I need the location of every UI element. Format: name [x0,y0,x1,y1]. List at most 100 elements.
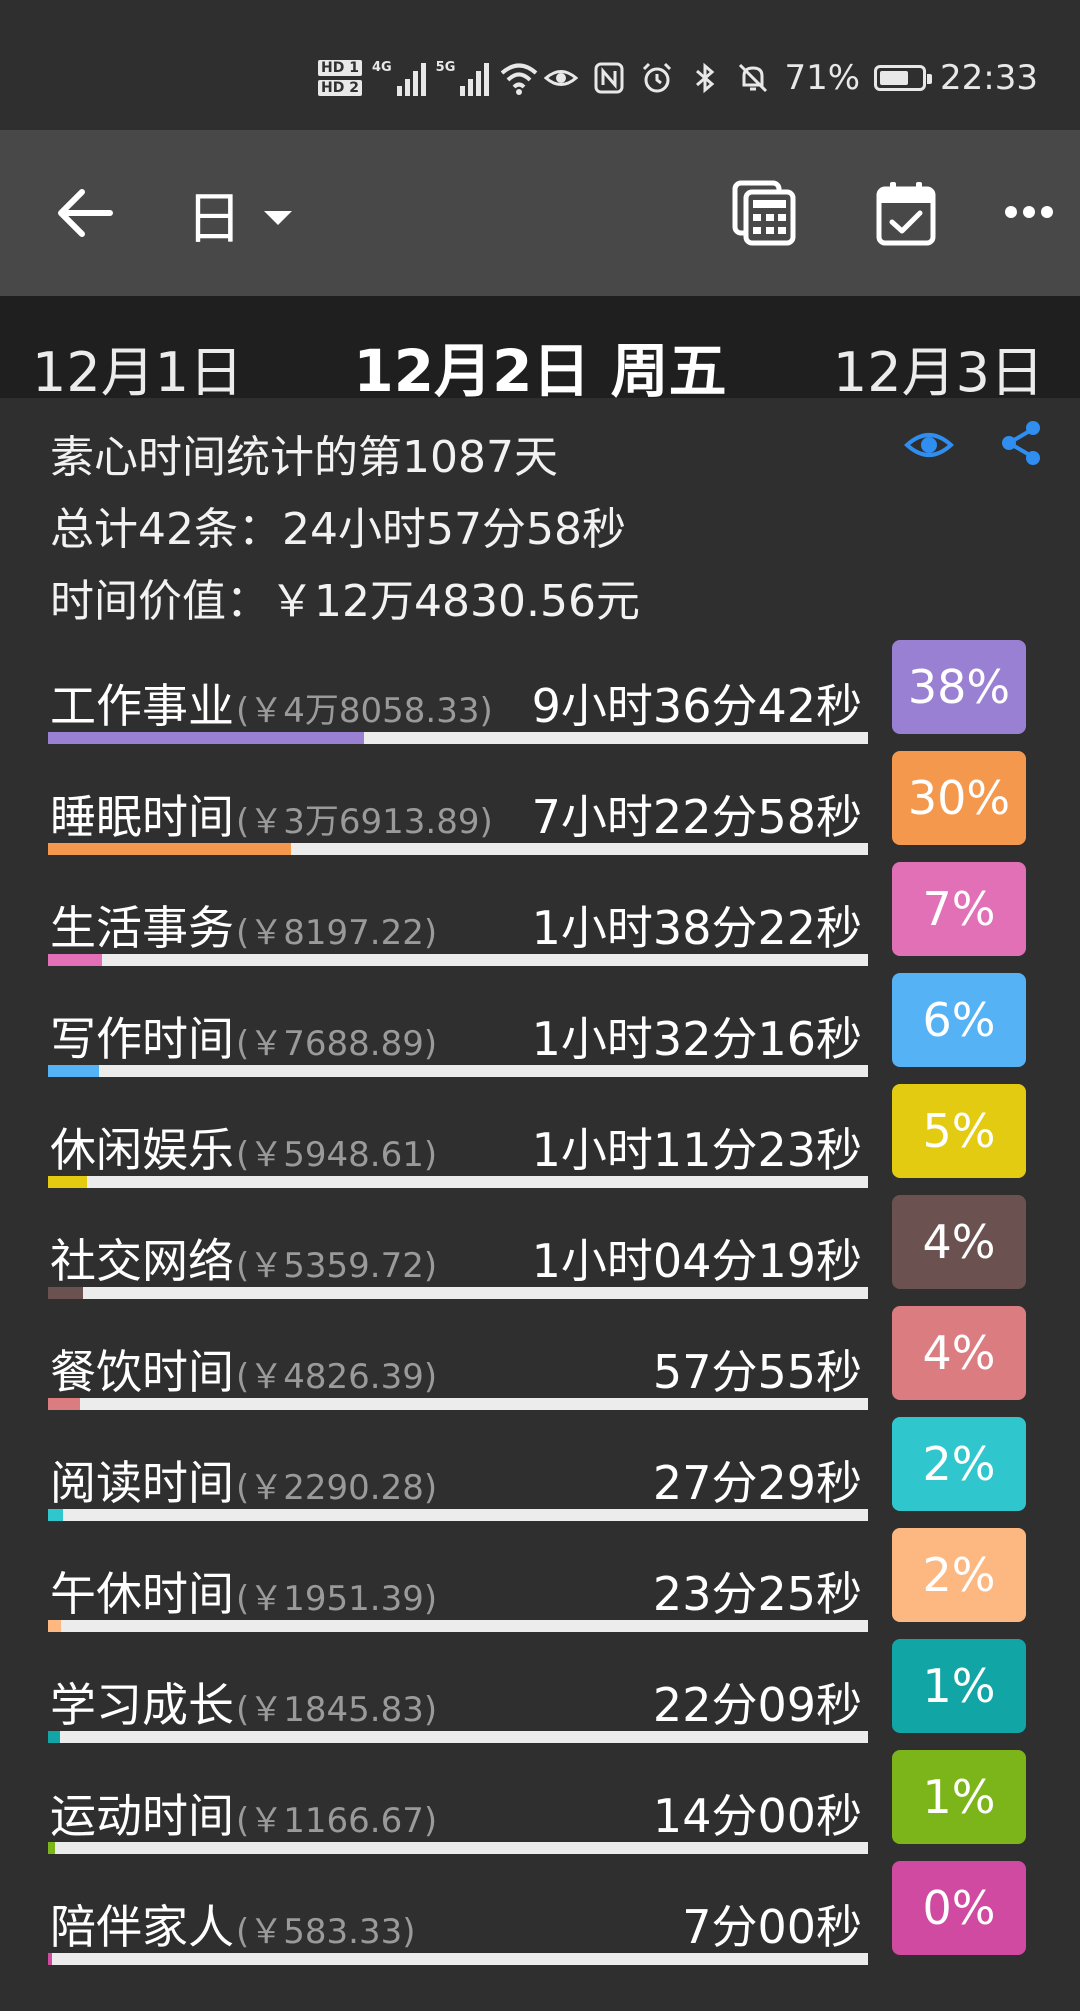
category-value: (￥1845.83) [236,1690,438,1730]
category-name: 睡眠时间(￥3万6913.89) [50,781,493,847]
progress-track [48,843,868,855]
progress-fill [48,732,364,744]
category-value: (￥8197.22) [236,913,438,953]
category-row[interactable]: 午休时间(￥1951.39) 23分25秒 2% [0,1526,1080,1637]
progress-track [48,1731,868,1743]
percent-badge[interactable]: 7% [892,862,1026,956]
category-list: 工作事业(￥4万8058.33) 9小时36分42秒 38% 睡眠时间(￥3万6913… [0,638,1080,1970]
time-value-line: 时间价值：￥12万4830.56元 [50,576,640,627]
progress-track [48,1953,868,1965]
category-label: 学习成长 [50,1678,234,1732]
calculator-grid-icon[interactable] [732,180,796,246]
view-mode-label: 日 [186,187,242,252]
category-value: (￥1951.39) [236,1579,438,1619]
hd1-label: HD 1 [318,60,362,76]
category-duration: 14分00秒 [652,1789,862,1843]
category-value: (￥4万8058.33) [236,691,493,731]
percent-badge[interactable]: 2% [892,1528,1026,1622]
network-indicators: HD 1 HD 2 4G 5G [318,48,539,108]
eye-comfort-icon [544,70,579,86]
category-duration: 57分55秒 [652,1345,862,1399]
progress-fill [48,1176,88,1188]
percent-badge[interactable]: 5% [892,1084,1026,1178]
category-duration: 1小时38分22秒 [531,901,862,955]
day-count-line: 素心时间统计的第1087天 [50,432,558,483]
category-label: 工作事业 [50,679,234,733]
category-label: 餐饮时间 [50,1345,234,1399]
percent-badge[interactable]: 0% [892,1861,1026,1955]
category-name: 陪伴家人(￥583.33) [50,1891,416,1957]
view-mode-dropdown[interactable]: 日 [186,174,292,255]
category-duration: 7分00秒 [682,1900,862,1954]
category-value: (￥5948.61) [236,1135,438,1175]
hd-volte-icons: HD 1 HD 2 [318,60,362,96]
battery-icon [874,65,933,91]
category-row[interactable]: 运动时间(￥1166.67) 14分00秒 1% [0,1748,1080,1859]
previous-date[interactable]: 12月1日 [32,328,243,407]
category-row[interactable]: 阅读时间(￥2290.28) 27分29秒 2% [0,1415,1080,1526]
category-name: 社交网络(￥5359.72) [50,1225,437,1291]
hd2-label: HD 2 [318,80,362,96]
next-date[interactable]: 12月3日 [833,328,1044,407]
back-arrow-icon[interactable] [52,180,118,246]
percent-badge[interactable]: 2% [892,1417,1026,1511]
progress-fill [48,1731,61,1743]
category-row[interactable]: 学习成长(￥1845.83) 22分09秒 1% [0,1637,1080,1748]
category-duration: 1小时32分16秒 [531,1012,862,1066]
category-duration: 9小时36分42秒 [531,679,862,733]
category-row[interactable]: 餐饮时间(￥4826.39) 57分55秒 4% [0,1304,1080,1415]
category-duration: 23分25秒 [652,1567,862,1621]
alarm-icon [643,62,672,93]
share-icon[interactable] [1000,420,1042,466]
progress-track [48,1398,868,1410]
category-row[interactable]: 陪伴家人(￥583.33) 7分00秒 0% [0,1859,1080,1970]
wifi-icon [501,63,538,95]
category-label: 社交网络 [50,1234,234,1288]
category-label: 午休时间 [50,1567,234,1621]
category-row[interactable]: 睡眠时间(￥3万6913.89) 7小时22分58秒 30% [0,749,1080,860]
category-value: (￥1166.67) [236,1801,438,1841]
category-name: 休闲娱乐(￥5948.61) [50,1114,437,1180]
progress-fill [48,1065,99,1077]
category-row[interactable]: 写作时间(￥7688.89) 1小时32分16秒 6% [0,971,1080,1082]
date-navigation: 12月2日 周五 12月1日 12月3日 [0,296,1080,405]
progress-fill [48,954,103,966]
category-value: (￥583.33) [236,1912,416,1952]
percent-badge[interactable]: 4% [892,1195,1026,1289]
more-options-icon[interactable] [1004,204,1054,220]
percent-badge[interactable]: 4% [892,1306,1026,1400]
progress-track [48,1509,868,1521]
clock: 22:33 [940,58,1038,98]
calendar-check-icon[interactable] [876,180,936,246]
category-row[interactable]: 社交网络(￥5359.72) 1小时04分19秒 4% [0,1193,1080,1304]
battery-percent: 71% [784,58,861,98]
nfc-icon [594,62,624,94]
progress-track [48,1287,868,1299]
percent-badge[interactable]: 38% [892,640,1026,734]
category-value: (￥4826.39) [236,1357,438,1397]
percent-badge[interactable]: 30% [892,751,1026,845]
network-1-type: 4G [371,60,392,75]
progress-fill [48,1953,53,1965]
category-duration: 22分09秒 [652,1678,862,1732]
progress-fill [48,1509,63,1521]
category-row[interactable]: 生活事务(￥8197.22) 1小时38分22秒 7% [0,860,1080,971]
category-name: 运动时间(￥1166.67) [50,1780,437,1846]
progress-fill [48,1398,80,1410]
progress-track [48,1065,868,1077]
status-bar: HD 1 HD 2 4G 5G 71% 22:33 [0,0,1080,130]
category-value: (￥5359.72) [236,1246,438,1286]
category-name: 阅读时间(￥2290.28) [50,1447,437,1513]
percent-badge[interactable]: 1% [892,1639,1026,1733]
category-row[interactable]: 休闲娱乐(￥5948.61) 1小时11分23秒 5% [0,1082,1080,1193]
percent-badge[interactable]: 1% [892,1750,1026,1844]
percent-badge[interactable]: 6% [892,973,1026,1067]
progress-track [48,1842,868,1854]
mute-bell-icon [739,63,768,93]
bluetooth-icon [696,62,715,94]
progress-fill [48,1842,56,1854]
day-summary: 素心时间统计的第1087天 总计42条：24小时57分58秒 时间价值：￥12万… [50,422,640,638]
category-label: 睡眠时间 [50,790,234,844]
eye-icon[interactable] [904,420,954,470]
category-row[interactable]: 工作事业(￥4万8058.33) 9小时36分42秒 38% [0,638,1080,749]
